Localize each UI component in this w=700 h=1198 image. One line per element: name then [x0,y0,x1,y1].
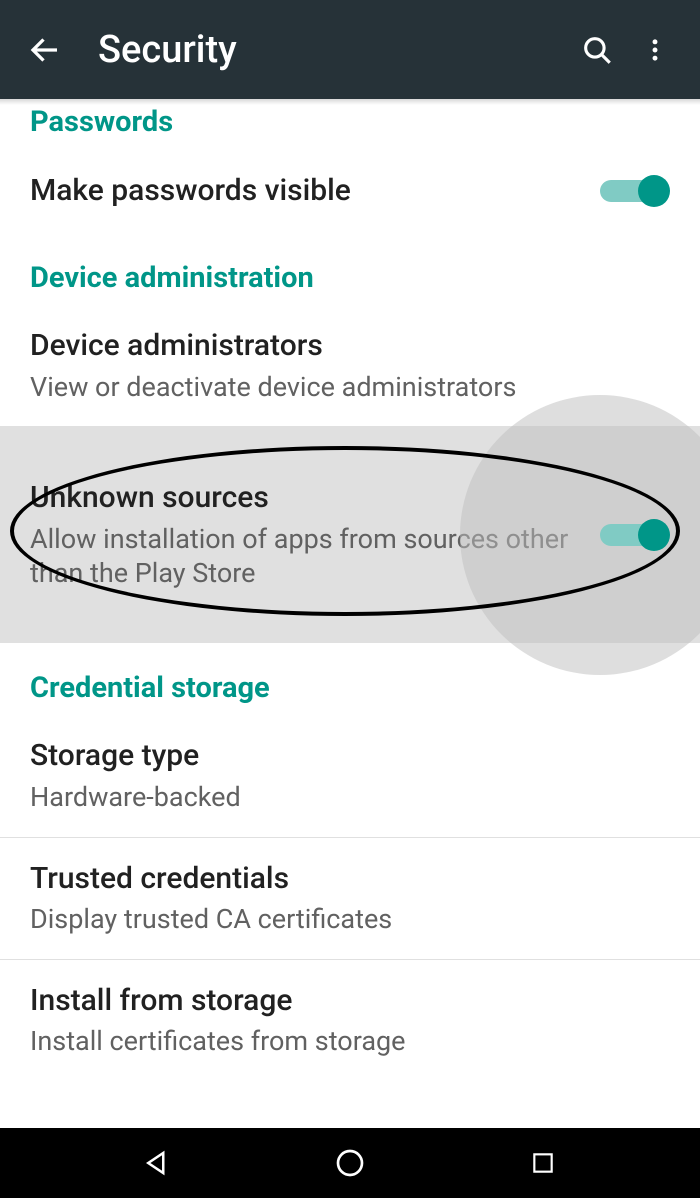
toggle-unknown-sources[interactable] [600,515,670,555]
nav-recent-button[interactable] [519,1139,567,1187]
item-make-passwords-visible[interactable]: Make passwords visible [0,149,700,233]
item-storage-type[interactable]: Storage type Hardware-backed [0,715,700,837]
item-trusted-credentials[interactable]: Trusted credentials Display trusted CA c… [0,838,700,960]
circle-home-icon [334,1147,366,1179]
settings-list[interactable]: Passwords Make passwords visible Device … [0,99,700,1128]
nav-back-button[interactable] [133,1139,181,1187]
item-title: Unknown sources [30,479,582,517]
toggle-make-passwords-visible[interactable] [600,171,670,211]
item-subtitle: View or deactivate device administrators [30,371,652,405]
page-title: Security [98,28,564,72]
back-button[interactable] [20,25,70,75]
section-header-credential-storage: Credential storage [0,643,700,715]
overflow-menu-button[interactable] [630,25,680,75]
item-title: Storage type [30,737,652,775]
navigation-bar [0,1128,700,1198]
more-vert-icon [641,36,669,64]
app-bar: Security [0,0,700,99]
nav-home-button[interactable] [326,1139,374,1187]
item-title: Install from storage [30,982,652,1020]
item-subtitle: Allow installation of apps from sources … [30,523,582,591]
section-header-passwords: Passwords [0,99,700,149]
item-subtitle: Display trusted CA certificates [30,903,652,937]
search-button[interactable] [572,25,622,75]
item-title: Make passwords visible [30,172,582,210]
section-header-device-admin: Device administration [0,233,700,305]
item-install-from-storage[interactable]: Install from storage Install certificate… [0,960,700,1081]
square-recent-icon [530,1150,556,1176]
item-title: Device administrators [30,327,652,365]
search-icon [580,33,614,67]
arrow-left-icon [27,32,63,68]
item-title: Trusted credentials [30,860,652,898]
item-subtitle: Install certificates from storage [30,1025,652,1059]
triangle-back-icon [142,1148,172,1178]
item-device-administrators[interactable]: Device administrators View or deactivate… [0,305,700,427]
item-subtitle: Hardware-backed [30,781,652,815]
item-unknown-sources[interactable]: Unknown sources Allow installation of ap… [0,427,700,643]
